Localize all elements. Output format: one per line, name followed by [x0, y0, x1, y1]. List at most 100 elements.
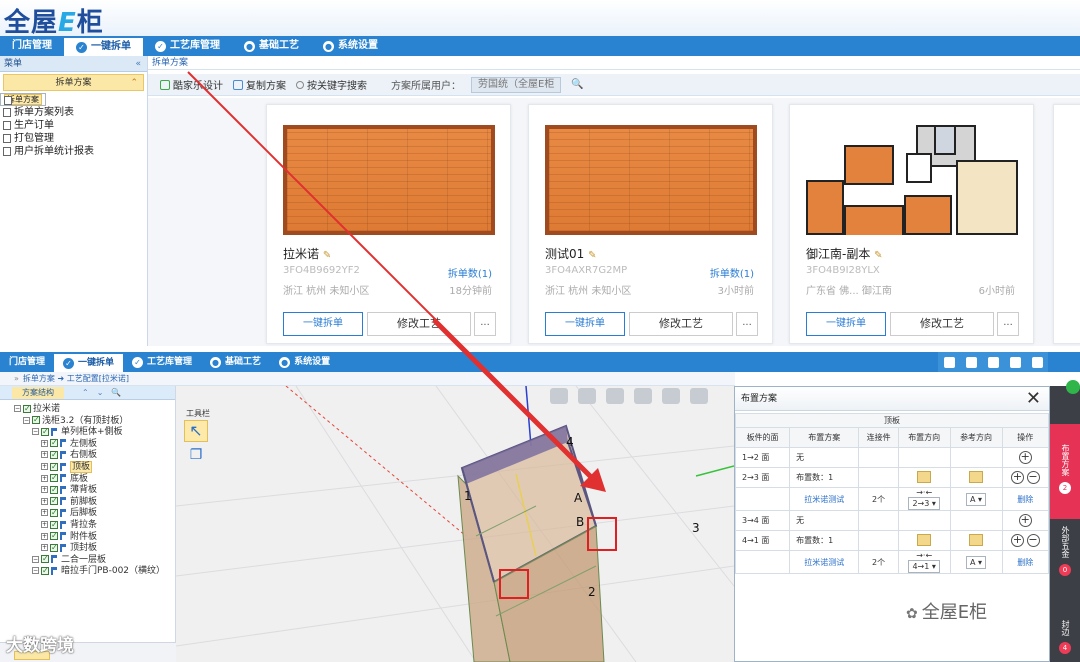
- tree-node[interactable]: − 单列柜体+側板: [32, 426, 123, 438]
- expand-icon[interactable]: +: [41, 509, 48, 517]
- tree-node[interactable]: + 右侧板: [41, 449, 97, 461]
- expand-icon[interactable]: −: [32, 428, 39, 436]
- breadcrumb-path[interactable]: 拆单方案 ➜ 工艺配置[拉米诺]: [23, 374, 129, 383]
- plan-card[interactable]: 御江南-副本 ✎ 3FO4B9I28YLX 广东省 佛... 御江南 6小时前 一键拆单…: [789, 104, 1034, 344]
- expand-icon[interactable]: +: [41, 486, 48, 494]
- direction-select[interactable]: 2→3 ▾: [908, 497, 940, 510]
- pencil-icon[interactable]: ✎: [874, 250, 882, 261]
- plan-card[interactable]: 拉米诺 ✎ 3FO4B9692YF2 拆单数(1) 浙江 杭州 未知小区 18分钟前 一键…: [266, 104, 511, 344]
- reference-select[interactable]: A ▾: [966, 555, 987, 569]
- tab-nav-0[interactable]: 门店管理: [0, 352, 54, 372]
- keyword-search-button[interactable]: 按关键字搜索: [296, 77, 367, 92]
- expand-icon[interactable]: +: [41, 521, 48, 528]
- direction-select[interactable]: 4→1 ▾: [908, 560, 940, 573]
- tree-node[interactable]: + 顶封板: [41, 542, 97, 554]
- user-icon[interactable]: [987, 356, 999, 368]
- expand-icon[interactable]: +: [41, 474, 48, 482]
- remove-icon[interactable]: −: [1026, 471, 1040, 484]
- expand-icon[interactable]: +: [41, 544, 48, 552]
- select-arrow-tool[interactable]: ↖: [184, 420, 208, 442]
- one-click-split-button[interactable]: 一键拆单: [806, 312, 886, 336]
- cabinet-3d-model[interactable]: 1 2 3 4 A B: [176, 386, 734, 662]
- status-dot-icon[interactable]: [1066, 380, 1080, 394]
- view-target-icon[interactable]: [578, 388, 596, 404]
- print-icon[interactable]: [965, 356, 977, 368]
- chevron-up-icon[interactable]: ⌃: [130, 75, 138, 92]
- expand-icon[interactable]: −: [23, 416, 30, 424]
- edit-direction-icon[interactable]: [917, 533, 932, 546]
- edit-direction-icon[interactable]: [917, 470, 932, 483]
- expand-icon[interactable]: +: [41, 497, 48, 505]
- kujiale-design-button[interactable]: 酷家乐设计: [160, 77, 223, 92]
- split-count-link[interactable]: 拆单数(1): [448, 265, 492, 280]
- view-front-icon[interactable]: [606, 388, 624, 404]
- checkbox[interactable]: [41, 426, 49, 437]
- user-filter-input[interactable]: 劳国统（全屋E柜: [471, 76, 561, 93]
- pencil-icon[interactable]: ✎: [323, 250, 331, 261]
- tab-nav-3[interactable]: ● 基础工艺: [201, 352, 270, 372]
- tree-node[interactable]: − 暗拉手门PB-002（横纹）: [32, 565, 165, 577]
- view-side-icon[interactable]: [634, 388, 652, 404]
- checkbox[interactable]: [41, 553, 49, 564]
- checkbox[interactable]: [50, 495, 58, 506]
- sidebar-group-split-plan[interactable]: 拆单方案 ⌃: [3, 74, 144, 91]
- side-tab-0[interactable]: 布置方案 2: [1050, 424, 1080, 519]
- plan-card-partial[interactable]: [1053, 104, 1080, 344]
- expand-icon[interactable]: −: [32, 567, 39, 575]
- checkbox[interactable]: [50, 449, 58, 460]
- remove-icon[interactable]: −: [1026, 534, 1040, 547]
- tab-nav-2[interactable]: ✓ 工艺库管理: [123, 352, 201, 372]
- pencil-icon[interactable]: ✎: [588, 250, 596, 261]
- tab-nav-0[interactable]: 门店管理: [0, 36, 64, 56]
- plan-thumbnail[interactable]: [806, 125, 1018, 235]
- checkbox[interactable]: [50, 530, 58, 541]
- breadcrumb[interactable]: 拆单方案: [148, 56, 1080, 70]
- checkbox[interactable]: [50, 484, 58, 495]
- one-click-split-button[interactable]: 一键拆单: [283, 312, 363, 336]
- tree-node[interactable]: + 顶板: [41, 461, 93, 473]
- tree-node[interactable]: + 左侧板: [41, 437, 97, 450]
- checkbox[interactable]: [50, 472, 58, 483]
- checkbox[interactable]: [50, 437, 58, 448]
- more-button[interactable]: ...: [474, 312, 496, 336]
- checkbox[interactable]: [23, 403, 31, 414]
- side-tab-2[interactable]: 封边 4: [1050, 620, 1080, 654]
- delete-link[interactable]: 删除: [1001, 550, 1049, 574]
- tab-nav-2[interactable]: ✓ 工艺库管理: [143, 36, 232, 56]
- modify-craft-button[interactable]: 修改工艺: [629, 312, 733, 336]
- expand-icon[interactable]: +: [41, 463, 48, 470]
- tree-node[interactable]: + 薄背板: [41, 484, 97, 496]
- add-icon[interactable]: +: [1018, 451, 1032, 464]
- checkbox[interactable]: [41, 565, 49, 576]
- expand-icon[interactable]: −: [32, 555, 39, 563]
- user-search-icon[interactable]: 🔍: [571, 79, 583, 90]
- collapse-icon[interactable]: «: [135, 56, 141, 72]
- fullscreen-icon[interactable]: [662, 388, 680, 404]
- close-icon[interactable]: ✕: [1026, 388, 1041, 410]
- checkbox[interactable]: [50, 507, 58, 518]
- reference-select[interactable]: A ▾: [966, 492, 987, 506]
- modify-craft-button[interactable]: 修改工艺: [890, 312, 994, 336]
- checkbox[interactable]: [50, 461, 58, 472]
- add-icon[interactable]: +: [1010, 534, 1024, 547]
- tab-plan-structure[interactable]: 方案结构: [12, 386, 64, 399]
- tree-node[interactable]: + 背拉条: [41, 519, 97, 531]
- tab-nav-1[interactable]: ✓ 一键拆单: [54, 352, 124, 372]
- plan-link[interactable]: 拉米诺测试: [789, 487, 860, 511]
- more-button[interactable]: ...: [736, 312, 758, 336]
- expand-icon[interactable]: +: [41, 439, 48, 447]
- tree-node[interactable]: − 浅柜3.2（有顶封板）: [23, 414, 128, 427]
- 3d-viewport[interactable]: 1 2 3 4 A B 工具栏 ↖ ❐: [176, 386, 734, 662]
- add-icon[interactable]: +: [1018, 514, 1032, 527]
- checkbox[interactable]: [50, 519, 58, 530]
- view-box-icon[interactable]: [550, 388, 568, 404]
- tree-node[interactable]: + 前脚板: [41, 495, 97, 508]
- gear-icon[interactable]: [1009, 356, 1021, 368]
- more-button[interactable]: ...: [997, 312, 1019, 336]
- edit-reference-icon[interactable]: [969, 533, 984, 546]
- tree-actions-icons[interactable]: ⌃⌄🔍: [82, 388, 129, 397]
- sidebar-item-2[interactable]: 生产订单: [0, 119, 147, 132]
- plan-thumbnail[interactable]: [283, 125, 495, 235]
- delete-link[interactable]: 删除: [1001, 487, 1049, 511]
- tab-nav-4[interactable]: ● 系统设置: [311, 36, 390, 56]
